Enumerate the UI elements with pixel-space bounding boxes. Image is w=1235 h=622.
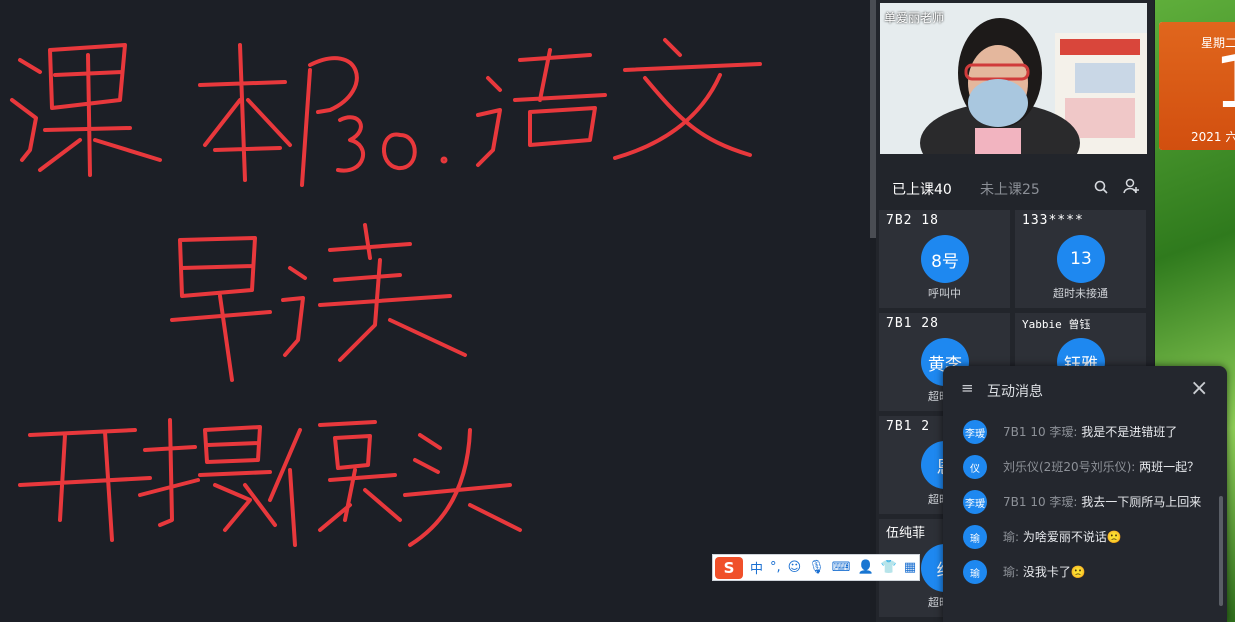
attendance-tabs: 已上课40 未上课25: [876, 172, 1154, 202]
message-line: 瑜: 没我卡了🙁: [1003, 563, 1086, 580]
student-avatar: 8号: [921, 235, 969, 283]
close-icon[interactable]: ×: [1190, 376, 1208, 401]
tab-not-in-class[interactable]: 未上课25: [980, 179, 1040, 199]
student-status: 超时未接通: [1053, 287, 1108, 300]
chat-message: 李瑷 7B1 10 李瑷: 我是不是进错班了: [963, 420, 1225, 444]
message-sender: 7B1 10 李瑷:: [1003, 495, 1078, 509]
student-card[interactable]: 7B2 18 8号 呼叫中: [879, 210, 1010, 308]
keyboard-icon[interactable]: ⌨: [832, 560, 851, 575]
calendar-day: 1: [1214, 46, 1235, 118]
chat-message: 仪 刘乐仪(2班20号刘乐仪): 两班一起？: [963, 455, 1225, 479]
calendar-date: 2021 六: [1191, 130, 1235, 144]
student-name: 133****: [1022, 213, 1084, 228]
student-name: 7B1 28: [886, 316, 939, 331]
message-line: 7B1 10 李瑷: 我是不是进错班了: [1003, 423, 1177, 440]
tab-in-class[interactable]: 已上课40: [892, 179, 952, 199]
message-avatar: 瑜: [963, 560, 987, 584]
message-sender: 7B1 10 李瑷:: [1003, 425, 1078, 439]
message-sender: 刘乐仪(2班20号刘乐仪):: [1003, 460, 1136, 474]
teacher-name-label: 单爱丽老师: [884, 11, 945, 25]
message-avatar: 仪: [963, 455, 987, 479]
message-text: 为啥爱丽不说话🙁: [1022, 530, 1122, 544]
message-text: 我是不是进错班了: [1081, 425, 1178, 439]
student-name: Yabbie 曾钰: [1022, 318, 1091, 331]
message-avatar: 李瑷: [963, 420, 987, 444]
chat-header: ≡ 互动消息 ×: [943, 366, 1227, 412]
message-avatar: 李瑷: [963, 490, 987, 514]
message-text: 两班一起？: [1139, 460, 1200, 474]
menu-icon[interactable]: ≡: [961, 381, 975, 396]
emoji-icon[interactable]: ☺: [788, 560, 802, 575]
student-name: 7B2 18: [886, 213, 939, 228]
student-status: 呼叫中: [928, 287, 961, 300]
ime-punct-button[interactable]: °,: [770, 560, 781, 575]
chat-scrollbar[interactable]: [1219, 496, 1223, 606]
message-sender: 瑜:: [1003, 565, 1020, 579]
handwriting-strokes: [10, 38, 762, 547]
chat-title: 互动消息: [987, 384, 1043, 400]
message-text: 没我卡了🙁: [1022, 565, 1086, 579]
add-user-icon[interactable]: [1123, 178, 1140, 195]
chat-message: 瑜 瑜: 没我卡了🙁: [963, 560, 1225, 584]
skin-icon[interactable]: 👕: [881, 560, 897, 575]
ime-mode-button[interactable]: 中: [750, 558, 763, 577]
chat-panel: ≡ 互动消息 × 李瑷 7B1 10 李瑷: 我是不是进错班了 仪 刘乐仪(2班…: [943, 366, 1227, 622]
microphone-icon[interactable]: 🎙: [808, 560, 825, 575]
sogou-logo-icon[interactable]: S: [715, 556, 743, 579]
chat-message: 瑜 瑜: 为啥爱丽不说话🙁: [963, 525, 1225, 549]
toolbox-icon[interactable]: ▦: [904, 560, 916, 575]
message-line: 7B1 10 李瑷: 我去一下厕所马上回来: [1003, 493, 1201, 510]
chat-message: 李瑷 7B1 10 李瑷: 我去一下厕所马上回来: [963, 490, 1225, 514]
user-icon[interactable]: 👤: [858, 560, 874, 575]
message-avatar: 瑜: [963, 525, 987, 549]
student-avatar: 13: [1057, 235, 1105, 283]
teacher-video[interactable]: 单爱丽老师: [880, 3, 1147, 154]
message-line: 刘乐仪(2班20号刘乐仪): 两班一起？: [1003, 458, 1199, 475]
whiteboard[interactable]: [0, 0, 870, 622]
student-name: 伍纯菲: [886, 526, 926, 541]
search-icon[interactable]: [1094, 180, 1108, 194]
student-card[interactable]: 133**** 13 超时未接通: [1015, 210, 1146, 308]
message-text: 我去一下厕所马上回来: [1081, 495, 1202, 509]
calendar-widget[interactable]: 星期二 1 2021 六: [1159, 22, 1235, 150]
ime-toolbar[interactable]: S 中 °, ☺ 🎙 ⌨ 👤 👕 ▦: [712, 554, 920, 581]
message-sender: 瑜:: [1003, 530, 1020, 544]
message-line: 瑜: 为啥爱丽不说话🙁: [1003, 528, 1122, 545]
student-name: 7B1 2: [886, 419, 931, 434]
